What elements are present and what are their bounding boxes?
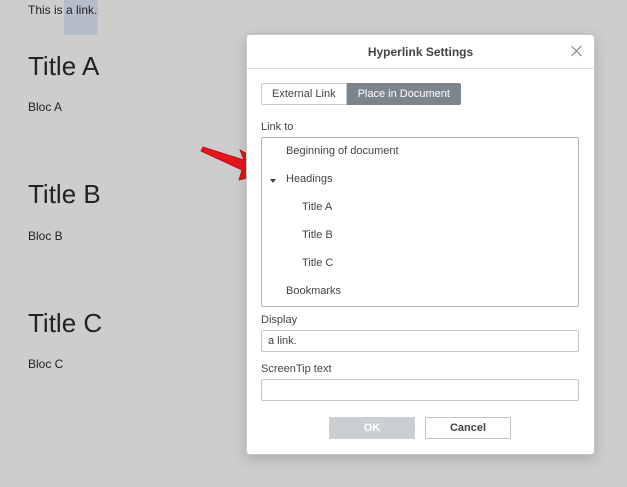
tab-place-in-document[interactable]: Place in Document <box>346 83 461 105</box>
tab-external-link[interactable]: External Link <box>261 83 347 105</box>
tree-item-beginning[interactable]: Beginning of document <box>286 145 399 157</box>
caret-down-icon[interactable] <box>270 179 276 183</box>
heading-title-b[interactable]: Title B <box>28 179 101 210</box>
tree-item-title-a[interactable]: Title A <box>302 201 332 213</box>
hyperlink-settings-dialog: Hyperlink Settings External Link Place i… <box>246 34 595 455</box>
link-to-label: Link to <box>261 121 294 133</box>
paragraph-bloc-b[interactable]: Bloc B <box>28 229 63 243</box>
tree-item-bookmarks[interactable]: Bookmarks <box>286 285 341 297</box>
display-field[interactable] <box>261 330 579 352</box>
dialog-header: Hyperlink Settings <box>247 35 594 69</box>
paragraph-bloc-c[interactable]: Bloc C <box>28 357 63 371</box>
dialog-title: Hyperlink Settings <box>367 45 474 59</box>
tree-item-title-b[interactable]: Title B <box>302 229 333 241</box>
paragraph-bloc-a[interactable]: Bloc A <box>28 100 62 114</box>
cancel-button[interactable]: Cancel <box>425 417 511 439</box>
link-type-tabs: External Link Place in Document <box>261 83 461 105</box>
close-icon[interactable] <box>570 44 584 58</box>
screentip-label: ScreenTip text <box>261 363 332 375</box>
tree-item-title-c[interactable]: Title C <box>302 257 333 269</box>
heading-title-c[interactable]: Title C <box>28 308 102 339</box>
heading-title-a[interactable]: Title A <box>28 51 99 82</box>
screentip-field[interactable] <box>261 379 579 401</box>
tree-item-headings[interactable]: Headings <box>286 173 332 185</box>
ok-button[interactable]: OK <box>329 417 415 439</box>
display-label: Display <box>261 314 298 326</box>
document-line[interactable]: This is a link. <box>28 3 97 17</box>
link-target-tree[interactable]: Beginning of document Headings Title A T… <box>261 137 579 307</box>
